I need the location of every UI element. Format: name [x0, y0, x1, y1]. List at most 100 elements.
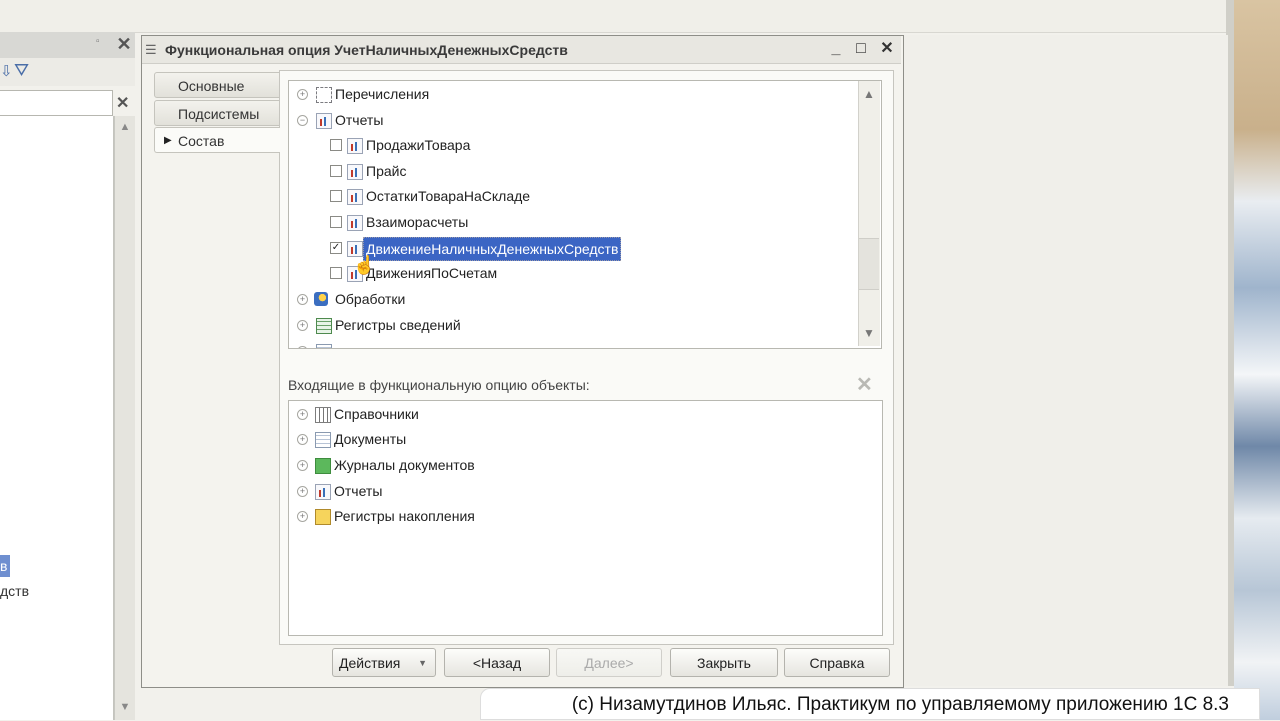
filter-icon[interactable]: ⛛ [14, 60, 29, 81]
data-processor-icon [314, 292, 328, 306]
report-icon [315, 484, 331, 500]
tree-item-label: Регистры накопления [334, 508, 475, 524]
report-icon [347, 138, 363, 154]
tab-subsystems[interactable]: Подсистемы [154, 100, 280, 126]
back-button[interactable]: <Назад [444, 648, 550, 677]
mouse-cursor-icon: ☝ [353, 255, 376, 275]
tree-row[interactable]: + Обработки [289, 288, 849, 310]
scroll-up-icon[interactable]: ▲ [859, 83, 879, 105]
expand-icon[interactable]: + [297, 409, 308, 420]
tree-item-label: ДвижениеНаличныхДенежныхСредств [363, 237, 622, 261]
tree-item-label: Прайс [366, 163, 407, 179]
expand-icon[interactable]: + [297, 320, 308, 331]
tree-item-label: Регистры сведений [335, 317, 461, 333]
included-objects-label: Входящие в функциональную опцию объекты: [288, 377, 590, 393]
window-title: Функциональная опция УчетНаличныхДенежны… [165, 42, 568, 58]
expand-icon[interactable]: + [297, 89, 308, 100]
metadata-tree-scrollbar[interactable] [858, 81, 880, 346]
scroll-up-icon[interactable]: ▲ [115, 116, 135, 138]
tree-item-label: ОстаткиТовараНаСкладе [366, 188, 531, 204]
report-checkbox[interactable] [330, 165, 342, 177]
tree-row[interactable]: + Документы [289, 428, 849, 450]
tree-row-partial[interactable]: + [289, 340, 849, 348]
left-panel-selected-item[interactable]: в [0, 555, 10, 577]
tree-item-label: Обработки [335, 291, 406, 307]
enum-icon [316, 87, 332, 103]
tree-item-label: Документы [334, 431, 407, 447]
report-icon [347, 164, 363, 180]
left-panel-scrollbar[interactable]: ▲ ▼ [114, 116, 135, 720]
tree-item-label: Журналы документов [334, 457, 475, 473]
tree-row[interactable]: ОстаткиТовараНаСкладе [289, 185, 849, 207]
tree-row[interactable]: ПродажиТовара [289, 134, 849, 156]
document-icon [315, 432, 331, 448]
tree-item-label: Отчеты [334, 483, 383, 499]
tab-main[interactable]: Основные [154, 72, 280, 98]
sort-icon[interactable]: ⇩ [0, 62, 13, 80]
maximize-icon[interactable]: □ [850, 38, 872, 60]
copyright-watermark: (c) Низамутдинов Ильяс. Практикум по упр… [480, 688, 1260, 720]
report-checkbox[interactable] [330, 190, 342, 202]
included-objects-tree[interactable]: + Справочники + Документы + Журналы доку… [288, 400, 883, 636]
collapse-icon[interactable]: − [297, 115, 308, 126]
tree-item-label: ПродажиТовара [366, 137, 471, 153]
clear-search-icon[interactable]: ✕ [116, 93, 129, 113]
scroll-thumb[interactable] [859, 238, 879, 290]
tree-item-label: Перечисления [335, 86, 430, 102]
desktop-top-area [0, 0, 1228, 33]
tree-row[interactable]: + Журналы документов [289, 454, 849, 476]
next-button[interactable]: Далее> [556, 648, 662, 677]
clear-included-icon[interactable]: ✕ [856, 372, 873, 397]
report-icon [347, 215, 363, 231]
tab-label: Состав [178, 133, 225, 149]
scroll-down-icon[interactable]: ▼ [859, 322, 879, 344]
report-icon [347, 189, 363, 205]
tree-item-label: ДвиженияПоСчетам [366, 265, 498, 281]
expand-icon[interactable]: + [297, 294, 308, 305]
expand-icon[interactable]: + [297, 486, 308, 497]
tree-row[interactable]: Прайс [289, 160, 849, 182]
help-button[interactable]: Справка [784, 648, 890, 677]
close-button[interactable]: Закрыть [670, 648, 778, 677]
left-panel-toolbar: ⇩ ⛛ [0, 58, 135, 86]
catalog-icon [315, 407, 331, 423]
report-checkbox-checked[interactable]: ✓ [330, 242, 342, 254]
register-icon [316, 344, 332, 348]
journal-icon [315, 458, 331, 474]
tree-row[interactable]: + Отчеты [289, 480, 849, 502]
tree-row[interactable]: + Перечисления [289, 83, 849, 105]
actions-button-label: Действия [339, 655, 401, 671]
info-register-icon [316, 318, 332, 334]
expand-icon[interactable]: + [297, 346, 308, 348]
report-checkbox[interactable] [330, 216, 342, 228]
left-panel-close-icon[interactable]: ✕ [116, 35, 132, 53]
close-icon[interactable]: ✕ [876, 38, 898, 60]
report-checkbox[interactable] [330, 139, 342, 151]
expand-icon[interactable]: + [297, 434, 308, 445]
expand-icon[interactable]: + [297, 460, 308, 471]
window-menu-icon[interactable]: ☰ [145, 42, 157, 58]
active-tab-arrow-icon: ▶ [164, 135, 172, 146]
pin-icon[interactable]: ▫ [96, 36, 100, 47]
tree-row[interactable]: Взаиморасчеты [289, 211, 849, 233]
desktop-wallpaper [1234, 0, 1280, 720]
tree-row[interactable]: + Справочники [289, 403, 849, 425]
scroll-down-icon[interactable]: ▼ [115, 696, 135, 718]
tab-content[interactable]: ▶ Состав [154, 127, 280, 153]
metadata-tree[interactable]: + Перечисления − Отчеты ПродажиТовара Пр… [288, 80, 882, 349]
report-icon [316, 113, 332, 129]
left-panel-item[interactable]: дств [0, 583, 29, 599]
tree-item-label: Справочники [334, 406, 419, 422]
accumulation-register-icon [315, 509, 331, 525]
left-panel-tree[interactable] [0, 116, 114, 720]
left-panel-search-input[interactable] [0, 90, 113, 116]
tree-row[interactable]: + Регистры накопления [289, 505, 849, 527]
actions-button[interactable]: Действия ▼ [332, 648, 436, 677]
tree-row[interactable]: + Регистры сведений [289, 314, 849, 336]
expand-icon[interactable]: + [297, 511, 308, 522]
minimize-icon[interactable]: _ [825, 38, 847, 60]
report-checkbox[interactable] [330, 267, 342, 279]
left-panel-titlebar [0, 32, 135, 59]
tree-item-label: Отчеты [335, 112, 384, 128]
tree-row[interactable]: − Отчеты [289, 109, 849, 131]
